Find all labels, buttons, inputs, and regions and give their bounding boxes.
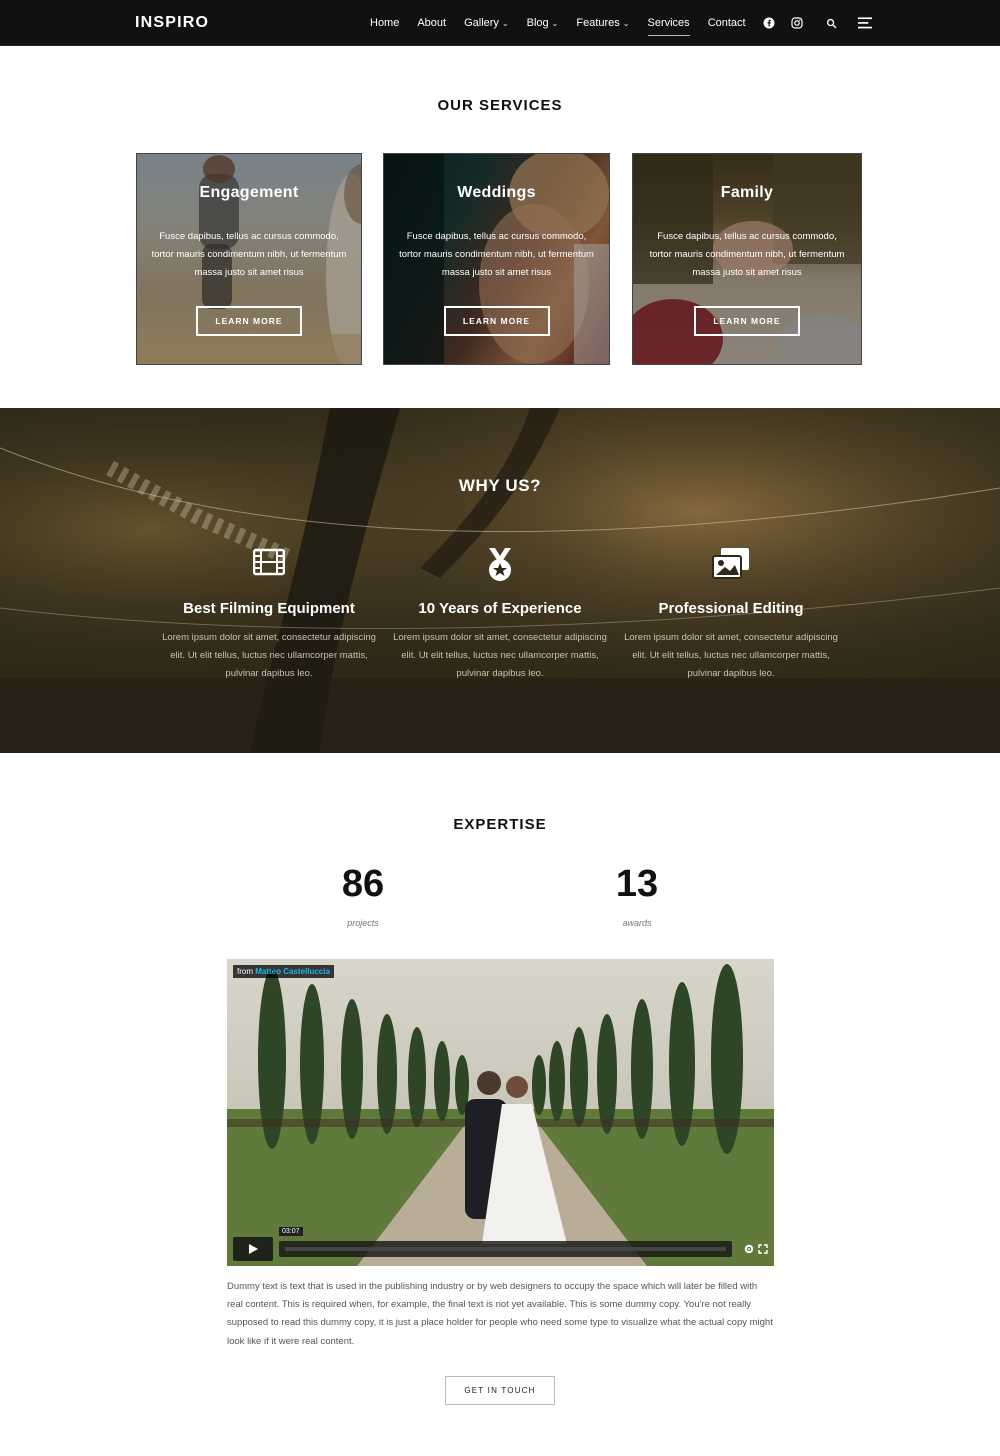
nav-item-services[interactable]: Services — [647, 17, 690, 36]
nav-item-label: Home — [370, 17, 400, 29]
nav-item-features[interactable]: Features ⌄ — [576, 17, 629, 29]
nav-item-label: Gallery — [464, 17, 499, 29]
fullscreen-icon[interactable] — [758, 1244, 768, 1254]
medal-icon — [385, 548, 615, 584]
card-text: Fusce dapibus, tellus ac cursus commodo,… — [151, 231, 347, 278]
badge-prefix: from — [237, 967, 253, 976]
stat-value: 13 — [615, 863, 659, 905]
nav-item-gallery[interactable]: Gallery ⌄ — [464, 17, 509, 29]
film-icon — [154, 548, 384, 584]
card-text: Fusce dapibus, tellus ac cursus commodo,… — [649, 231, 845, 278]
nav-item-label: Services — [647, 17, 690, 29]
chevron-down-icon: ⌄ — [622, 18, 630, 28]
card-title: Weddings — [457, 184, 536, 201]
video-player[interactable]: from Matteo Castelluccia 03:07 — [227, 959, 774, 1266]
services-title: OUR SERVICES — [437, 97, 563, 114]
feature-text: Lorem ipsum dolor sit amet, consectetur … — [162, 632, 376, 679]
play-button[interactable] — [233, 1237, 273, 1261]
description-paragraph: Dummy text is text that is used in the p… — [227, 1281, 773, 1347]
stat-awards: 13 awards — [537, 862, 737, 928]
feature-title: 10 Years of Experience — [418, 600, 582, 617]
play-icon — [249, 1244, 258, 1254]
main-menu: Home About Gallery ⌄ Blog ⌄ Features ⌄ Serv… — [370, 0, 746, 46]
nav-item-label: About — [417, 17, 447, 29]
feature-text: Lorem ipsum dolor sit amet, consectetur … — [624, 632, 838, 679]
card-title: Family — [720, 184, 774, 201]
feature-experience: 10 Years of Experience Lorem ipsum dolor… — [385, 548, 615, 683]
learn-more-button[interactable]: LEARN MORE — [196, 306, 302, 336]
feature-title: Professional Editing — [658, 600, 804, 617]
progress-track[interactable] — [285, 1247, 726, 1251]
top-navbar: INSPIRO Home About Gallery ⌄ Blog ⌄ Featur… — [0, 0, 1000, 46]
feature-text: Lorem ipsum dolor sit amet, consectetur … — [393, 632, 607, 679]
video-time: 03:07 — [279, 1227, 303, 1236]
chevron-down-icon: ⌄ — [501, 18, 509, 28]
service-card-engagement[interactable]: Engagement Fusce dapibus, tellus ac curs… — [136, 153, 362, 365]
nav-item-home[interactable]: Home — [370, 17, 399, 29]
stat-value: 86 — [341, 863, 385, 905]
service-card-family[interactable]: Family Fusce dapibus, tellus ac cursus c… — [632, 153, 862, 365]
feature-filming-equipment: Best Filming Equipment Lorem ipsum dolor… — [154, 548, 384, 683]
feature-editing: Professional Editing Lorem ipsum dolor s… — [616, 548, 846, 683]
service-card-weddings[interactable]: Weddings Fusce dapibus, tellus ac cursus… — [383, 153, 610, 365]
why-us-title: WHY US? — [458, 476, 542, 495]
stat-label: projects — [347, 918, 379, 928]
card-title: Engagement — [199, 184, 299, 201]
video-control-icons — [736, 1241, 768, 1257]
instagram-icon[interactable] — [790, 16, 804, 30]
learn-more-button[interactable]: LEARN MORE — [694, 306, 800, 336]
stat-projects: 86 projects — [263, 862, 463, 928]
progress-bar-container — [279, 1241, 732, 1257]
search-icon[interactable] — [824, 16, 838, 30]
nav-item-blog[interactable]: Blog ⌄ — [527, 17, 559, 29]
video-controls: 03:07 — [233, 1227, 768, 1261]
site-logo[interactable]: INSPIRO — [135, 14, 209, 32]
learn-more-button[interactable]: LEARN MORE — [443, 306, 550, 336]
why-us-section: WHY US? Best Filming Equipment Lorem ips… — [0, 408, 1000, 753]
stat-label: awards — [622, 918, 652, 928]
menu-icon[interactable] — [858, 16, 872, 30]
expertise-title: EXPERTISE — [453, 816, 547, 833]
chevron-down-icon: ⌄ — [551, 18, 559, 28]
photos-icon — [616, 548, 846, 584]
feature-title: Best Filming Equipment — [183, 600, 355, 617]
nav-icons — [762, 0, 872, 46]
get-in-touch-button[interactable]: GET IN TOUCH — [445, 1376, 555, 1405]
card-text: Fusce dapibus, tellus ac cursus commodo,… — [399, 231, 594, 278]
nav-item-label: Features — [576, 17, 620, 29]
nav-item-label: Contact — [707, 17, 746, 29]
facebook-icon[interactable] — [762, 16, 776, 30]
settings-icon[interactable] — [744, 1244, 754, 1254]
nav-item-label: Blog — [526, 17, 549, 29]
nav-item-contact[interactable]: Contact — [708, 17, 746, 29]
badge-author: Matteo Castelluccia — [255, 967, 330, 976]
nav-item-about[interactable]: About — [417, 17, 446, 29]
video-thumbnail — [227, 959, 774, 1266]
video-author-badge[interactable]: from Matteo Castelluccia — [233, 965, 334, 978]
